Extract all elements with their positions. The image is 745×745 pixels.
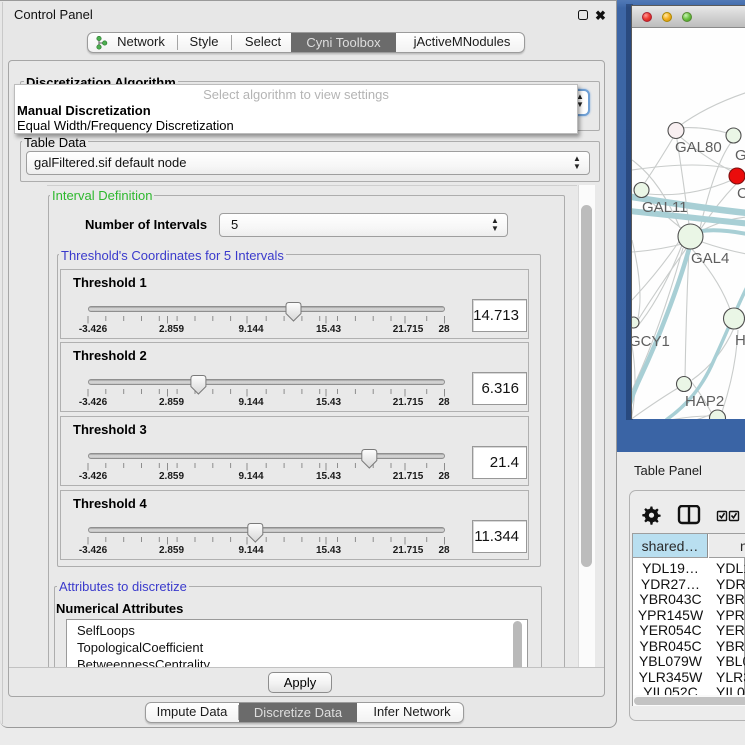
svg-text:GAL11: GAL11 [642,199,688,216]
svg-text:GAL80: GAL80 [675,139,722,156]
svg-text:GAL4: GAL4 [691,250,729,267]
svg-text:HAP2: HAP2 [685,393,724,410]
svg-text:C: C [737,185,745,202]
svg-text:GCY1: GCY1 [632,333,670,350]
svg-text:H: H [735,332,745,349]
svg-text:G.: G. [735,147,745,164]
